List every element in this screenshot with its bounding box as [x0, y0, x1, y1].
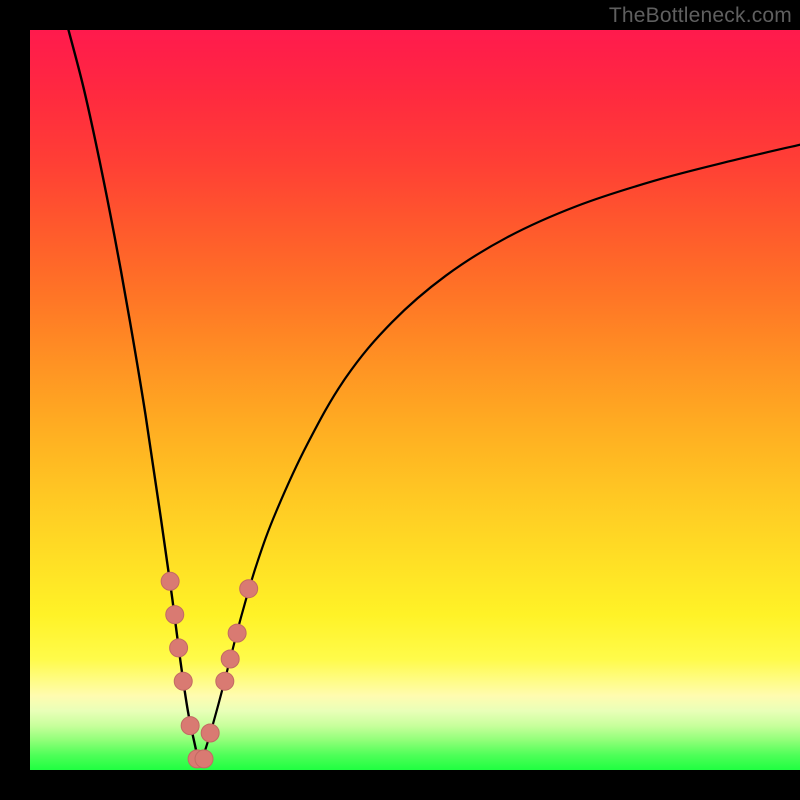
data-marker	[166, 606, 184, 624]
data-marker	[240, 580, 258, 598]
marker-group	[161, 572, 258, 768]
data-marker	[195, 750, 213, 768]
data-marker	[174, 672, 192, 690]
data-marker	[201, 724, 219, 742]
data-marker	[181, 717, 199, 735]
data-marker	[170, 639, 188, 657]
data-marker	[228, 624, 246, 642]
data-marker	[216, 672, 234, 690]
chart-frame: TheBottleneck.com	[0, 0, 800, 800]
data-marker	[161, 572, 179, 590]
plot-area	[30, 30, 800, 770]
chart-svg	[30, 30, 800, 770]
curve-right-branch	[199, 145, 800, 767]
data-marker	[221, 650, 239, 668]
watermark-text: TheBottleneck.com	[609, 4, 792, 28]
